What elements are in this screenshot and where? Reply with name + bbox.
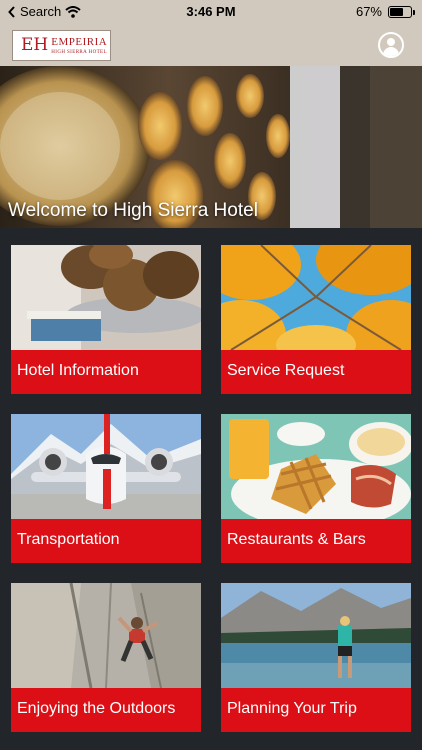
hero-banner: Welcome to High Sierra Hotel [0, 66, 422, 228]
transportation-image [11, 414, 201, 519]
hotel-logo[interactable]: EH EMPEIRIA HIGH SIERRA HOTEL [12, 30, 111, 61]
logo-name: EMPEIRIA [51, 35, 108, 48]
tile-label: Hotel Information [17, 362, 139, 379]
logo-subtitle: HIGH SIERRA HOTEL [51, 49, 107, 55]
tile-planning-trip[interactable]: Planning Your Trip [221, 583, 411, 732]
restaurants-bars-image [221, 414, 411, 519]
tile-service-request[interactable]: Service Request [221, 245, 411, 394]
tile-label: Enjoying the Outdoors [17, 700, 176, 717]
tile-label: Transportation [17, 531, 120, 548]
tile-restaurants-bars[interactable]: Restaurants & Bars [221, 414, 411, 563]
tile-hotel-information[interactable]: Hotel Information [11, 245, 201, 394]
tile-transportation[interactable]: Transportation [11, 414, 201, 563]
tile-label: Restaurants & Bars [227, 531, 366, 548]
logo-mark: EH [21, 35, 49, 55]
profile-icon[interactable] [378, 32, 404, 58]
battery-level [390, 7, 404, 16]
app-header: EH EMPEIRIA HIGH SIERRA HOTEL [0, 24, 422, 66]
service-request-image [221, 245, 411, 350]
battery-icon [388, 5, 415, 18]
tile-label: Planning Your Trip [227, 700, 357, 717]
status-bar: Search 3:46 PM 67% [0, 0, 422, 24]
hero-caption: Welcome to High Sierra Hotel [8, 200, 258, 221]
hotel-information-image [11, 245, 201, 350]
enjoying-outdoors-image [11, 583, 201, 688]
menu-grid: Hotel Information Service Request Transp… [0, 228, 422, 750]
battery-percent: 67% [355, 4, 382, 19]
planning-trip-image [221, 583, 411, 688]
tile-label: Service Request [227, 362, 345, 379]
tile-enjoying-outdoors[interactable]: Enjoying the Outdoors [11, 583, 201, 732]
